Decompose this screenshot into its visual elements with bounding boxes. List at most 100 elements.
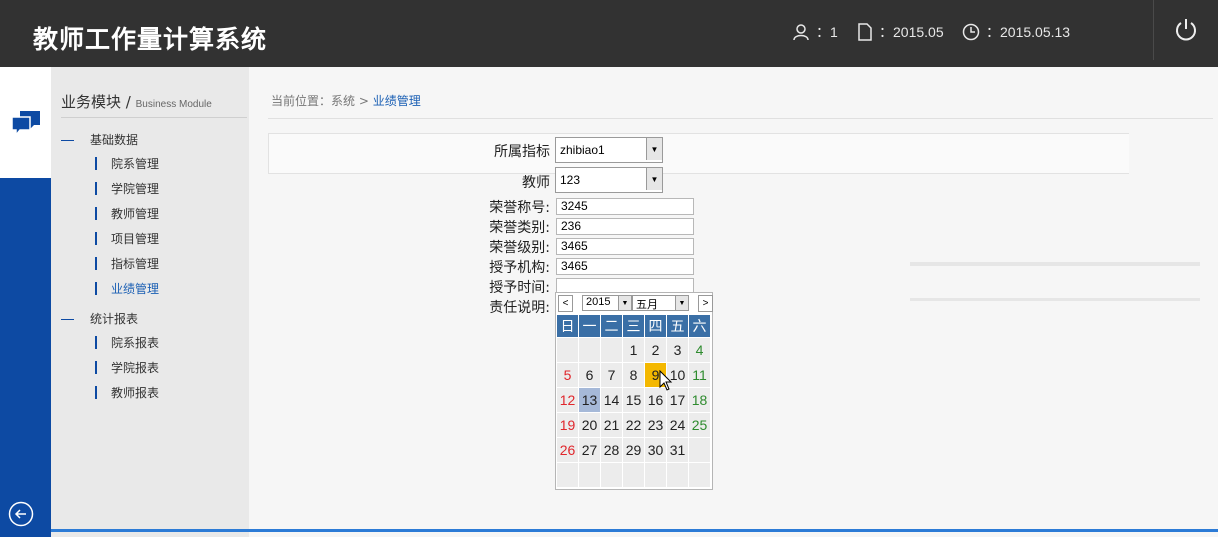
weekday-label: 一 <box>579 315 600 337</box>
calendar-empty-cell <box>623 463 644 487</box>
grant-org-field[interactable]: 3465 <box>556 258 694 275</box>
group-reports[interactable]: 统计报表 <box>61 310 138 327</box>
calendar-week-row: 26 27 28 29 30 31 <box>557 438 710 462</box>
calendar-day[interactable]: 30 <box>645 438 666 462</box>
calendar-day[interactable]: 21 <box>601 413 622 437</box>
logout-button[interactable] <box>1153 0 1218 60</box>
sidebar-item-teacher[interactable]: 教师管理 <box>95 205 159 222</box>
nav-bar <box>95 336 97 349</box>
honor-title-label: 荣誉称号: <box>489 200 550 216</box>
calendar-day[interactable]: 4 <box>689 338 710 362</box>
module-title-separator: / <box>125 93 131 111</box>
honor-level-field[interactable]: 3465 <box>556 238 694 255</box>
sidebar-item-label: 教师报表 <box>111 386 160 400</box>
calendar-empty-cell <box>557 338 578 362</box>
next-month-button[interactable]: > <box>698 295 713 312</box>
chevron-down-icon[interactable]: ▼ <box>646 138 662 160</box>
honor-type-label: 荣誉类别: <box>489 220 550 236</box>
form-row-box <box>268 133 1129 174</box>
ghost-line <box>910 298 1200 301</box>
indicator-label: 所属指标 <box>494 144 550 160</box>
nav-bar <box>95 182 97 195</box>
breadcrumb-current[interactable]: 业绩管理 <box>373 94 421 108</box>
power-icon <box>1176 19 1196 41</box>
calendar-empty-cell <box>579 338 600 362</box>
date-picker: < 2015 ▼ 五月 ▼ > 日 一 二 三 四 五 六 1234567891… <box>555 292 713 490</box>
chevron-down-icon[interactable]: ▼ <box>646 168 662 190</box>
calendar-day[interactable]: 22 <box>623 413 644 437</box>
nav-bar <box>95 232 97 245</box>
calendar-empty-cell <box>689 463 710 487</box>
calendar-day[interactable]: 15 <box>623 388 644 412</box>
group-label: 基础数据 <box>90 133 139 147</box>
prev-month-button[interactable]: < <box>558 295 573 312</box>
sidebar-item-college-report[interactable]: 学院报表 <box>95 359 159 376</box>
current-date: ：2015.05.13 <box>962 22 1070 42</box>
teacher-label: 教师 <box>522 175 550 191</box>
chevron-down-icon[interactable]: ▼ <box>675 296 688 310</box>
indicator-select[interactable]: zhibiao1 ▼ <box>555 137 663 163</box>
calendar-empty-cell <box>601 338 622 362</box>
teacher-select[interactable]: 123 ▼ <box>555 167 663 193</box>
sidebar-item-indicator[interactable]: 指标管理 <box>95 255 159 272</box>
honor-type-field[interactable]: 236 <box>556 218 694 235</box>
nav-bar <box>95 157 97 170</box>
current-period-value: ：2015.05 <box>879 24 944 40</box>
calendar-day[interactable]: 19 <box>557 413 578 437</box>
sidebar-item-label: 学院报表 <box>111 361 160 375</box>
calendar-day[interactable]: 26 <box>557 438 578 462</box>
calendar-day[interactable]: 11 <box>689 363 710 387</box>
calendar-empty-cell <box>689 438 710 462</box>
sidebar-item-project[interactable]: 项目管理 <box>95 230 159 247</box>
calendar-day[interactable]: 3 <box>667 338 688 362</box>
calendar-day[interactable]: 24 <box>667 413 688 437</box>
calendar-day[interactable]: 28 <box>601 438 622 462</box>
module-title-en: Business Module <box>135 99 212 110</box>
breadcrumb: 当前位置：系统 > 业绩管理 <box>271 92 421 109</box>
chevron-down-icon[interactable]: ▼ <box>618 296 631 310</box>
weekday-label: 日 <box>557 315 578 337</box>
month-select[interactable]: 五月 ▼ <box>632 295 689 311</box>
back-button[interactable] <box>8 501 34 527</box>
calendar-day[interactable]: 31 <box>667 438 688 462</box>
top-header: 教师工作量计算系统 ：1 ：2015.05 ：2015.05.13 <box>0 0 1218 67</box>
weekday-label: 三 <box>623 315 644 337</box>
calendar-empty-cell <box>557 463 578 487</box>
calendar-day[interactable]: 13 <box>579 388 600 412</box>
breadcrumb-prefix: 当前位置：系统 > <box>271 94 373 108</box>
sidebar-item-teacher-report[interactable]: 教师报表 <box>95 384 159 401</box>
calendar-day[interactable]: 27 <box>579 438 600 462</box>
honor-level-label: 荣誉级别: <box>489 240 550 256</box>
calendar-day[interactable]: 6 <box>579 363 600 387</box>
year-select[interactable]: 2015 ▼ <box>582 295 632 311</box>
nav-bar <box>95 282 97 295</box>
sidebar-item-department[interactable]: 院系管理 <box>95 155 159 172</box>
sidebar-item-label: 指标管理 <box>111 257 160 271</box>
online-users: ：1 <box>792 22 838 42</box>
sidebar-item-label: 教师管理 <box>111 207 160 221</box>
calendar-day[interactable]: 7 <box>601 363 622 387</box>
calendar-day[interactable]: 2 <box>645 338 666 362</box>
calendar-day[interactable]: 1 <box>623 338 644 362</box>
calendar-day[interactable]: 25 <box>689 413 710 437</box>
group-dash <box>61 140 74 141</box>
calendar-day[interactable]: 23 <box>645 413 666 437</box>
app-title: 教师工作量计算系统 <box>33 25 268 54</box>
calendar-day[interactable]: 18 <box>689 388 710 412</box>
current-date-value: ：2015.05.13 <box>986 24 1071 40</box>
group-dash <box>61 319 74 320</box>
calendar-empty-cell <box>645 463 666 487</box>
calendar-day[interactable]: 5 <box>557 363 578 387</box>
weekday-label: 四 <box>645 315 666 337</box>
business-module-tab[interactable] <box>0 67 51 178</box>
calendar-day[interactable]: 12 <box>557 388 578 412</box>
group-basic-data[interactable]: 基础数据 <box>61 131 138 148</box>
calendar-day[interactable]: 14 <box>601 388 622 412</box>
sidebar-item-college[interactable]: 学院管理 <box>95 180 159 197</box>
sidebar-item-performance[interactable]: 业绩管理 <box>95 280 159 297</box>
honor-title-field[interactable]: 3245 <box>556 198 694 215</box>
calendar-day[interactable]: 29 <box>623 438 644 462</box>
sidebar-item-department-report[interactable]: 院系报表 <box>95 334 159 351</box>
calendar-day[interactable]: 8 <box>623 363 644 387</box>
calendar-day[interactable]: 20 <box>579 413 600 437</box>
